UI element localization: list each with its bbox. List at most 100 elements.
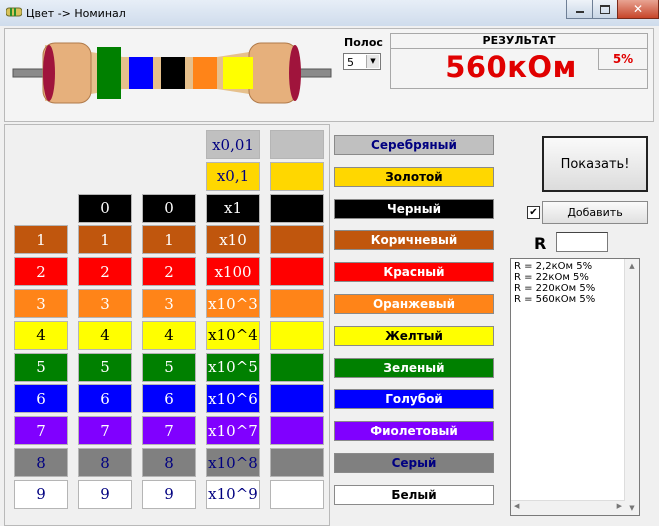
digit1-cell-brown[interactable]: 1	[14, 225, 68, 255]
tolerance-cell-violet[interactable]	[270, 416, 324, 446]
show-button-label: Показать!	[560, 156, 630, 172]
maximize-button[interactable]	[592, 0, 618, 19]
history-item[interactable]: R = 22кОм 5%	[514, 272, 639, 283]
multiplier-cell-violet[interactable]: x10^7	[206, 416, 260, 446]
multiplier-cell-gray[interactable]: x10^8	[206, 448, 260, 477]
app-icon	[6, 7, 22, 17]
digit1-cell-violet[interactable]: 7	[14, 416, 68, 446]
tolerance-cell-green[interactable]	[270, 352, 324, 382]
multiplier-cell-gold[interactable]: x0,1	[206, 161, 260, 191]
digit2-cell-black[interactable]: 0	[78, 193, 132, 223]
digit3-cell-blue[interactable]: 6	[142, 384, 196, 414]
close-button[interactable]: ✕	[617, 0, 659, 19]
digit2-cell-brown[interactable]: 1	[78, 225, 132, 255]
multiplier-label: x10^4	[208, 326, 258, 345]
color-button-orange[interactable]: Оранжевый	[334, 294, 494, 314]
digit3-cell-orange[interactable]: 3	[142, 289, 196, 318]
digit3-cell-red[interactable]: 2	[142, 257, 196, 287]
chevron-down-icon[interactable]: ▼	[366, 55, 379, 68]
color-button-black[interactable]: Черный	[334, 198, 494, 219]
digit1-cell-orange[interactable]: 3	[14, 289, 68, 318]
tolerance-cell-white[interactable]	[270, 479, 324, 509]
digit2-cell-green[interactable]: 5	[78, 352, 132, 382]
color-button-yellow[interactable]: Желтый	[334, 325, 494, 346]
digit2-cell-blue[interactable]: 6	[78, 384, 132, 414]
r-input[interactable]	[556, 232, 608, 252]
digit3-cell-white[interactable]: 9	[142, 479, 196, 509]
color-button-brown[interactable]: Коричневый	[334, 230, 494, 251]
multiplier-cell-brown[interactable]: x10	[206, 225, 260, 255]
color-button-gray[interactable]: Серый	[334, 453, 494, 473]
tolerance-cell-yellow[interactable]	[270, 320, 324, 350]
digit2-cell-orange[interactable]: 3	[78, 289, 132, 318]
history-item[interactable]: R = 220кОм 5%	[514, 283, 639, 294]
color-button-label: Желтый	[385, 328, 443, 343]
minimize-icon	[575, 11, 584, 13]
digit3-cell-black[interactable]: 0	[142, 193, 196, 223]
tolerance-cell-silver[interactable]	[270, 130, 324, 159]
history-item[interactable]: R = 2,2кОм 5%	[514, 261, 639, 272]
color-button-blue[interactable]: Голубой	[334, 389, 494, 410]
digit1-cell-gray[interactable]: 8	[14, 448, 68, 477]
multiplier-cell-red[interactable]: x100	[206, 257, 260, 287]
add-button[interactable]: Добавить	[542, 201, 648, 224]
scroll-down-icon[interactable]: ▼	[625, 501, 639, 515]
scroll-right-icon[interactable]: ▶	[617, 502, 622, 510]
result-box: РЕЗУЛЬТАТ 560кОм 5%	[390, 33, 648, 89]
multiplier-cell-green[interactable]: x10^5	[206, 352, 260, 382]
color-button-label: Золотой	[385, 169, 443, 184]
color-button-label: Красный	[383, 265, 445, 280]
color-button-label: Оранжевый	[372, 297, 456, 311]
digit1-cell-red[interactable]: 2	[14, 257, 68, 287]
scroll-left-icon[interactable]: ◀	[514, 502, 519, 510]
tolerance-cell-red[interactable]	[270, 257, 324, 287]
color-button-label: Фиолетовый	[370, 424, 458, 439]
multiplier-cell-blue[interactable]: x10^6	[206, 384, 260, 414]
tolerance-cell-blue[interactable]	[270, 384, 324, 414]
digit2-label: 7	[100, 421, 110, 440]
show-button[interactable]: Показать!	[542, 136, 648, 192]
color-button-white[interactable]: Белый	[334, 484, 494, 505]
add-checkbox[interactable]: ✔	[527, 206, 540, 219]
multiplier-cell-yellow[interactable]: x10^4	[206, 320, 260, 350]
hscroll-bar[interactable]: ◀ ▶	[511, 500, 625, 515]
tolerance-cell-brown[interactable]	[270, 225, 324, 255]
multiplier-label: x100	[214, 262, 252, 281]
digit2-cell-yellow[interactable]: 4	[78, 320, 132, 350]
digit2-cell-white[interactable]: 9	[78, 479, 132, 509]
digit3-cell-yellow[interactable]: 4	[142, 320, 196, 350]
color-button-silver[interactable]: Серебряный	[334, 135, 494, 155]
color-button-green[interactable]: Зеленый	[334, 357, 494, 378]
digit1-cell-green[interactable]: 5	[14, 352, 68, 382]
digit3-label: 5	[164, 358, 174, 377]
multiplier-cell-orange[interactable]: x10^3	[206, 289, 260, 318]
multiplier-cell-black[interactable]: x1	[206, 193, 260, 223]
resistor-band-1	[97, 47, 121, 99]
color-button-violet[interactable]: Фиолетовый	[334, 421, 494, 442]
scrollbar[interactable]: ▲ ▼	[624, 259, 639, 515]
digit2-cell-red[interactable]: 2	[78, 257, 132, 287]
tolerance-cell-gray[interactable]	[270, 448, 324, 477]
scroll-up-icon[interactable]: ▲	[625, 259, 639, 273]
digit3-cell-green[interactable]: 5	[142, 352, 196, 382]
tolerance-cell-black[interactable]	[270, 193, 324, 223]
digit3-cell-brown[interactable]: 1	[142, 225, 196, 255]
multiplier-cell-silver[interactable]: x0,01	[206, 130, 260, 159]
color-button-gold[interactable]: Золотой	[334, 166, 494, 187]
maximize-icon	[600, 4, 610, 14]
tolerance-cell-gold[interactable]	[270, 161, 324, 191]
digit1-cell-white[interactable]: 9	[14, 479, 68, 509]
digit1-cell-yellow[interactable]: 4	[14, 320, 68, 350]
history-item[interactable]: R = 560кОм 5%	[514, 294, 639, 305]
tolerance-cell-orange[interactable]	[270, 289, 324, 318]
minimize-button[interactable]	[566, 0, 593, 19]
digit1-cell-blue[interactable]: 6	[14, 384, 68, 414]
color-button-red[interactable]: Красный	[334, 262, 494, 283]
multiplier-cell-white[interactable]: x10^9	[206, 479, 260, 509]
digit2-cell-gray[interactable]: 8	[78, 448, 132, 477]
history-list[interactable]: R = 2,2кОм 5% R = 22кОм 5% R = 220кОм 5% R …	[510, 258, 640, 516]
bands-select[interactable]: 5 ▼	[343, 53, 381, 70]
digit2-cell-violet[interactable]: 7	[78, 416, 132, 446]
digit3-cell-violet[interactable]: 7	[142, 416, 196, 446]
digit3-cell-gray[interactable]: 8	[142, 448, 196, 477]
